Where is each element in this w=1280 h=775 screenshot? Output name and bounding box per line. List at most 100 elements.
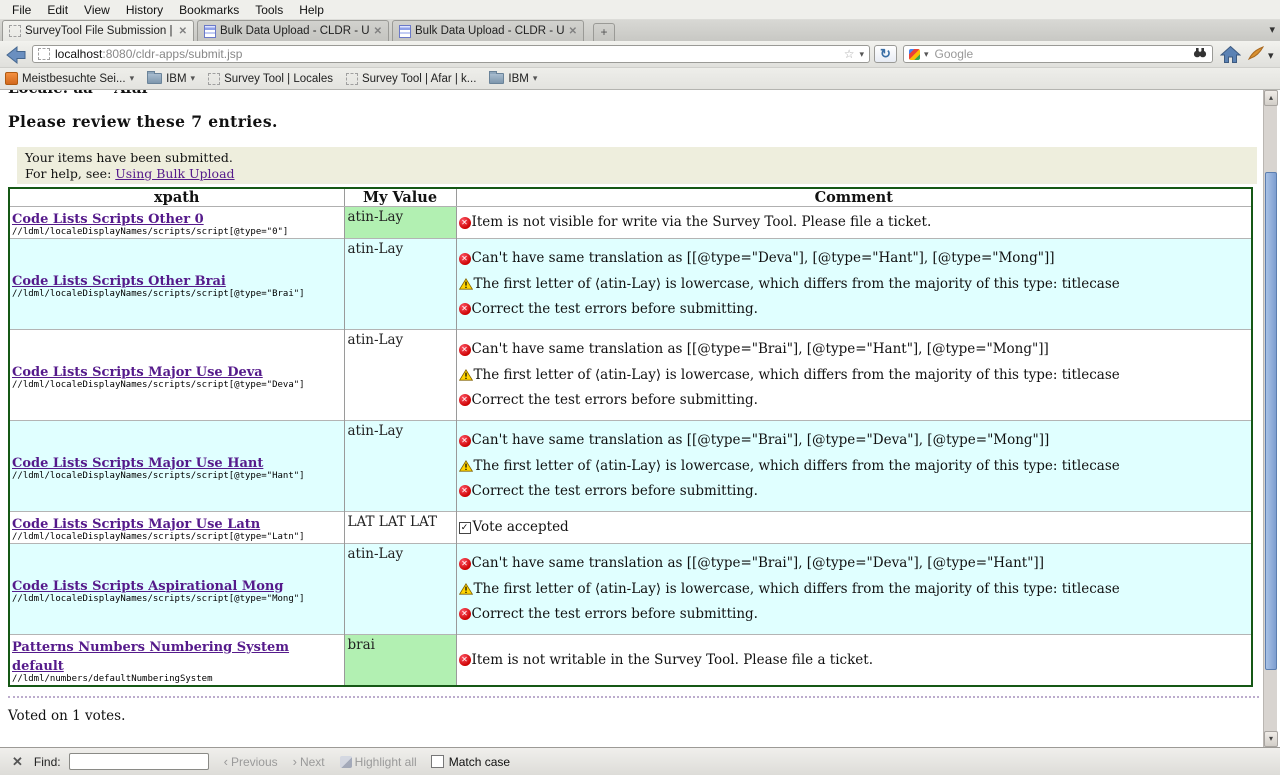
list-all-tabs-icon[interactable]: ▾ [1269, 23, 1275, 36]
reload-button[interactable]: ↻ [874, 45, 897, 63]
table-header-row: xpath My Value Comment [9, 188, 1252, 207]
document-favicon-icon [204, 25, 216, 38]
search-bar[interactable]: ▾ [903, 45, 1213, 63]
tab-title: Bulk Data Upload - CLDR - Un... [415, 25, 565, 37]
bookmark-item[interactable]: Survey Tool | Afar | k... [346, 73, 476, 85]
url-host: localhost [55, 47, 102, 61]
xpath-link[interactable]: Code Lists Scripts Major Use Hant [12, 456, 263, 471]
find-previous-button[interactable]: ‹Previous [224, 754, 278, 769]
warning-icon [459, 460, 473, 472]
scrollbar-thumb[interactable] [1265, 172, 1277, 670]
chevron-down-icon: ▾ [533, 73, 538, 84]
table-row: Code Lists Scripts Other 0//ldml/localeD… [9, 207, 1252, 239]
menu-bookmarks[interactable]: Bookmarks [171, 0, 247, 20]
error-icon: ✕ [459, 435, 471, 447]
error-icon: ✕ [459, 485, 471, 497]
find-next-button[interactable]: ›Next [293, 754, 325, 769]
highlight-all-button[interactable]: Highlight all [340, 755, 417, 769]
chevron-right-icon: › [293, 754, 297, 769]
review-table: xpath My Value Comment Code Lists Script… [8, 187, 1253, 687]
search-engine-dropdown-icon[interactable]: ▾ [924, 49, 929, 60]
comment-text: Can't have same translation as [[@type="… [472, 342, 1049, 357]
menu-history[interactable]: History [118, 0, 171, 20]
comment-text: Vote accepted [473, 520, 569, 535]
comment: The first letter of ⟨atin-Lay⟩ is lowerc… [459, 368, 1250, 383]
new-tab-button[interactable]: + [593, 23, 615, 41]
xpath-link[interactable]: Code Lists Scripts Major Use Latn [12, 517, 260, 532]
comment: ✕Can't have same translation as [[@type=… [459, 251, 1250, 266]
clipped-heading: Locale: aa - 'Afar' [8, 90, 1263, 97]
tab-2[interactable]: Bulk Data Upload - CLDR - Un...✕ [197, 20, 389, 41]
comment-text: Correct the test errors before submittin… [472, 607, 758, 622]
using-bulk-upload-link[interactable]: Using Bulk Upload [115, 166, 234, 181]
error-icon: ✕ [459, 303, 471, 315]
xpath-link[interactable]: Code Lists Scripts Other 0 [12, 212, 204, 227]
scroll-up-button[interactable]: ▴ [1264, 90, 1278, 106]
findbar-close-icon[interactable]: ✕ [12, 754, 23, 770]
vertical-scrollbar[interactable]: ▴ ▾ [1263, 90, 1277, 747]
column-header-my-value: My Value [344, 188, 456, 207]
url-history-dropdown-icon[interactable]: ▾ [859, 49, 864, 60]
comment: ✕Can't have same translation as [[@type=… [459, 556, 1250, 571]
home-icon [1220, 45, 1241, 64]
menu-edit[interactable]: Edit [39, 0, 76, 20]
tab-close-icon[interactable]: ✕ [569, 26, 577, 37]
comment: The first letter of ⟨atin-Lay⟩ is lowerc… [459, 459, 1250, 474]
menu-view[interactable]: View [76, 0, 118, 20]
back-button[interactable] [4, 44, 28, 66]
xpath-cell: Code Lists Scripts Major Use Hant//ldml/… [9, 421, 344, 512]
match-case-checkbox[interactable] [431, 755, 444, 768]
comment: ✕Can't have same translation as [[@type=… [459, 342, 1250, 357]
bookmark-item[interactable]: Survey Tool | Locales [208, 73, 333, 85]
help-prefix: For help, see: [25, 166, 115, 181]
page-favicon-placeholder-icon [38, 48, 50, 60]
my-value-cell: brai [344, 635, 456, 687]
highlighter-icon [340, 756, 352, 768]
tab-3[interactable]: Bulk Data Upload - CLDR - Un... ✕ [392, 20, 584, 41]
bookmark-item[interactable]: Meistbesuchte Sei...▾ [5, 72, 134, 85]
xpath-link[interactable]: Code Lists Scripts Aspirational Mong [12, 579, 283, 594]
bookmark-item[interactable]: IBM▾ [147, 73, 195, 85]
xpath-link[interactable]: Code Lists Scripts Major Use Deva [12, 365, 263, 380]
home-button[interactable] [1220, 45, 1241, 69]
quill-icon[interactable] [1247, 46, 1264, 66]
toolbar-overflow-icon[interactable]: ▾ [1268, 49, 1274, 62]
bookmark-star-icon[interactable]: ☆ [844, 47, 855, 61]
xpath-link[interactable]: Code Lists Scripts Other Brai [12, 274, 226, 289]
comment: ✕Correct the test errors before submitti… [459, 302, 1250, 317]
comment: ✕Can't have same translation as [[@type=… [459, 433, 1250, 448]
xpath-link[interactable]: Patterns Numbers Numbering System defaul… [12, 640, 289, 674]
xpath-cell: Patterns Numbers Numbering System defaul… [9, 635, 344, 687]
url-path: :8080/cldr-apps/submit.jsp [102, 47, 242, 61]
address-bar[interactable]: localhost :8080/cldr-apps/submit.jsp ☆ ▾ [32, 45, 870, 63]
scroll-down-button[interactable]: ▾ [1264, 731, 1278, 747]
tab-close-icon[interactable]: ✕ [179, 26, 187, 37]
bookmarks-toolbar: Meistbesuchte Sei...▾ IBM▾ Survey Tool | L… [0, 68, 1280, 90]
menu-help[interactable]: Help [291, 0, 332, 20]
error-icon: ✕ [459, 394, 471, 406]
warning-icon [459, 278, 473, 290]
error-icon: ✕ [459, 608, 471, 620]
xpath-cell: Code Lists Scripts Aspirational Mong//ld… [9, 544, 344, 635]
dashed-favicon-icon [9, 25, 21, 37]
bookmark-item[interactable]: IBM▾ [489, 73, 537, 85]
google-logo-icon[interactable] [909, 49, 920, 60]
find-input[interactable] [69, 753, 209, 770]
search-input[interactable] [933, 46, 1189, 62]
bookmark-label: Survey Tool | Afar | k... [362, 73, 476, 85]
dashed-placeholder-icon [208, 73, 220, 85]
menu-tools[interactable]: Tools [247, 0, 291, 20]
tab-1[interactable]: SurveyTool File Submission | ...✕ [2, 20, 194, 41]
dashed-placeholder-icon [346, 73, 358, 85]
menu-file[interactable]: File [4, 0, 39, 20]
chevron-down-icon: ▾ [130, 73, 135, 84]
separator [8, 696, 1259, 698]
binoculars-icon[interactable] [1193, 45, 1207, 63]
tab-close-icon[interactable]: ✕ [374, 26, 382, 37]
find-bar: ✕ Find: ‹Previous ›Next Highlight all Ma… [0, 747, 1280, 775]
notice-line1: Your items have been submitted. [25, 150, 1249, 166]
comment: ✕Correct the test errors before submitti… [459, 484, 1250, 499]
comment-cell: ✕Item is not visible for write via the S… [456, 207, 1252, 239]
comment: ✕Correct the test errors before submitti… [459, 607, 1250, 622]
comment-text: Can't have same translation as [[@type="… [472, 433, 1050, 448]
